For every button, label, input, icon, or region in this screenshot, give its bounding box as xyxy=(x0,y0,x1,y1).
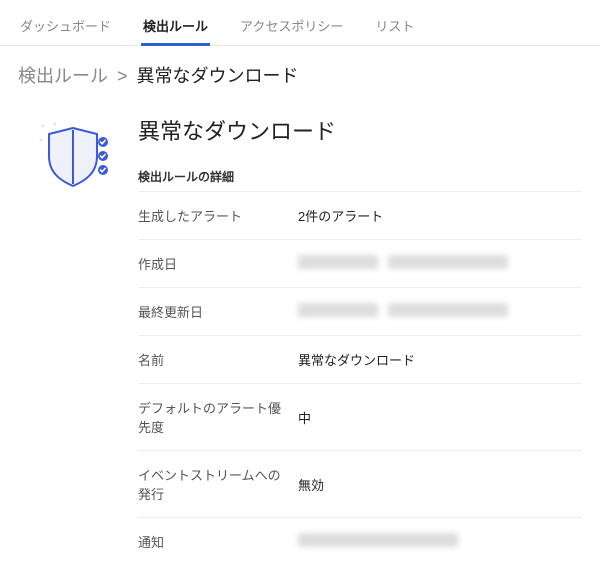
value-default-priority: 中 xyxy=(298,408,582,427)
label-updated-date: 最終更新日 xyxy=(138,302,298,321)
label-name: 名前 xyxy=(138,350,298,369)
section-label: 検出ルールの詳細 xyxy=(138,168,582,185)
tab-access-policies[interactable]: アクセスポリシー xyxy=(238,10,345,45)
row-updated-date: 最終更新日 xyxy=(138,287,582,335)
value-name: 異常なダウンロード xyxy=(298,350,582,369)
value-created-date xyxy=(298,255,582,272)
tab-bar: ダッシュボード 検出ルール アクセスポリシー リスト xyxy=(0,0,600,46)
label-generated-alerts: 生成したアラート xyxy=(138,206,298,225)
breadcrumb-current: 異常なダウンロード xyxy=(137,66,299,86)
row-generated-alerts: 生成したアラート 2件のアラート xyxy=(138,191,582,239)
value-notification xyxy=(298,533,582,550)
shield-icon xyxy=(33,116,123,565)
breadcrumb: 検出ルール > 異常なダウンロード xyxy=(0,46,600,96)
tab-list[interactable]: リスト xyxy=(373,10,416,45)
detail-icon-column xyxy=(18,106,138,565)
value-event-stream: 無効 xyxy=(298,475,582,494)
main-content: 異常なダウンロード 検出ルールの詳細 生成したアラート 2件のアラート 作成日 … xyxy=(0,96,600,565)
label-event-stream: イベントストリームへの発行 xyxy=(138,465,298,503)
label-default-priority: デフォルトのアラート優先度 xyxy=(138,398,298,436)
row-notification: 通知 xyxy=(138,517,582,565)
row-event-stream: イベントストリームへの発行 無効 xyxy=(138,450,582,517)
row-name: 名前 異常なダウンロード xyxy=(138,335,582,383)
row-default-priority: デフォルトのアラート優先度 中 xyxy=(138,383,582,450)
label-created-date: 作成日 xyxy=(138,254,298,273)
label-notification: 通知 xyxy=(138,532,298,551)
detail-column: 異常なダウンロード 検出ルールの詳細 生成したアラート 2件のアラート 作成日 … xyxy=(138,106,582,565)
tab-detection-rules[interactable]: 検出ルール xyxy=(141,10,210,45)
row-created-date: 作成日 xyxy=(138,239,582,287)
value-generated-alerts[interactable]: 2件のアラート xyxy=(298,206,582,225)
tab-dashboard[interactable]: ダッシュボード xyxy=(18,10,113,45)
page-title: 異常なダウンロード xyxy=(138,114,582,146)
breadcrumb-separator: > xyxy=(117,66,128,86)
value-updated-date xyxy=(298,303,582,320)
breadcrumb-parent[interactable]: 検出ルール xyxy=(18,66,108,86)
